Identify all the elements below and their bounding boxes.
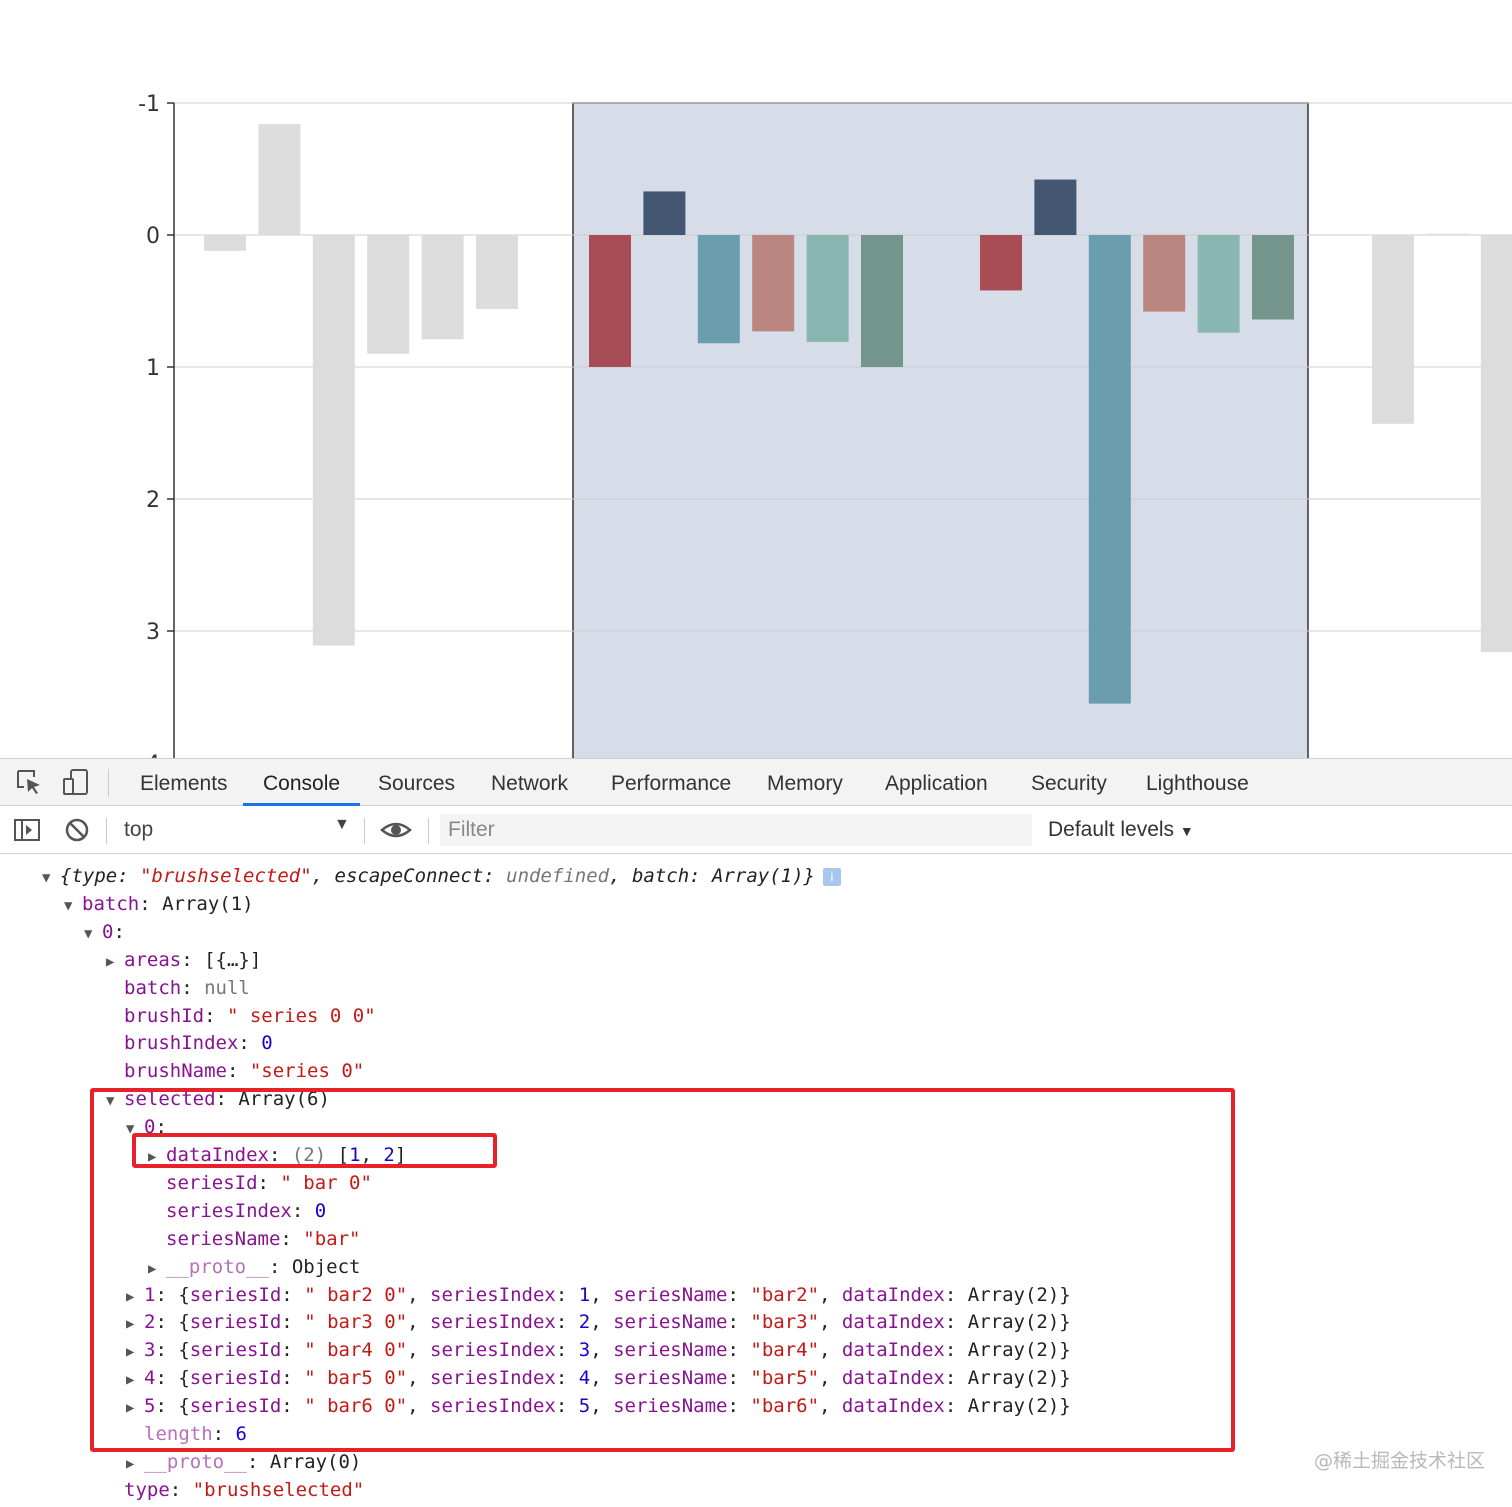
bar-0-2[interactable] — [312, 235, 355, 646]
info-icon[interactable]: i — [823, 868, 841, 886]
bar-1-1[interactable] — [643, 191, 686, 235]
y-tick-label: 2 — [146, 488, 160, 513]
bar-0-3[interactable] — [367, 235, 410, 354]
tab-memory[interactable]: Memory — [767, 759, 843, 806]
bar-2-4[interactable] — [1197, 235, 1240, 333]
caret-right-icon — [106, 1031, 124, 1059]
tab-security[interactable]: Security — [1031, 759, 1107, 806]
console-toolbar: top Default levels ▼ — [0, 806, 1512, 854]
inspect-element-icon[interactable] — [14, 767, 44, 797]
caret-right-icon — [106, 1059, 124, 1087]
eye-icon[interactable] — [380, 815, 412, 845]
bar-1-5[interactable] — [861, 235, 903, 367]
caret-right-icon — [106, 1004, 124, 1032]
sidebar-toggle-icon[interactable] — [12, 815, 42, 845]
chevron-down-icon: ▼ — [1179, 823, 1194, 839]
y-tick-label: 3 — [146, 620, 160, 645]
tab-sources[interactable]: Sources — [378, 759, 455, 806]
highlight-dataindex-box — [132, 1133, 497, 1168]
bar-1-0[interactable] — [589, 235, 631, 367]
console-line[interactable]: ▶ __proto__: Array(0) — [126, 1448, 361, 1476]
tab-elements[interactable]: Elements — [140, 759, 228, 806]
caret-down-icon[interactable]: ▼ — [84, 920, 102, 948]
device-toolbar-icon[interactable] — [60, 767, 90, 797]
console-line: type: "brushselected" — [106, 1476, 364, 1504]
console-line[interactable]: ▼ batch: Array(1) — [64, 890, 254, 918]
bar-3-0[interactable] — [1372, 235, 1414, 424]
watermark: @稀土掘金技术社区 — [1314, 1450, 1486, 1472]
tab-performance[interactable]: Performance — [611, 759, 731, 806]
console-line: brushName: "series 0" — [106, 1057, 364, 1085]
caret-right-icon — [106, 1478, 124, 1506]
bar-2-2[interactable] — [1088, 235, 1131, 704]
toolbar-divider — [364, 818, 365, 844]
caret-right-icon[interactable]: ▶ — [126, 1450, 144, 1478]
bar-2-0[interactable] — [980, 235, 1022, 291]
bar-3-1[interactable] — [1426, 233, 1469, 235]
bar-chart[interactable]: -101234 — [0, 0, 1512, 758]
log-levels-label: Default levels — [1048, 818, 1175, 841]
tab-application[interactable]: Application — [885, 759, 988, 806]
bar-0-1[interactable] — [258, 124, 301, 235]
tab-network[interactable]: Network — [491, 759, 568, 806]
caret-down-icon[interactable]: ▼ — [42, 864, 60, 892]
bar-2-3[interactable] — [1143, 235, 1186, 312]
bar-1-3[interactable] — [752, 235, 795, 332]
caret-right-icon — [106, 976, 124, 1004]
bar-1-2[interactable] — [697, 235, 740, 344]
chevron-down-icon[interactable]: ▼ — [334, 816, 350, 834]
bar-0-4[interactable] — [421, 235, 464, 340]
devtools-tabbar: Elements Console Sources Network Perform… — [0, 758, 1512, 806]
chart-area[interactable]: -101234 — [0, 0, 1512, 758]
filter-input[interactable] — [440, 814, 1032, 846]
console-line[interactable]: ▼ {type: "brushselected", escapeConnect: … — [42, 862, 841, 890]
console-line: brushId: " series 0 0" — [106, 1002, 376, 1030]
console-line: batch: null — [106, 974, 250, 1002]
bar-0-5[interactable] — [476, 235, 518, 309]
caret-down-icon[interactable]: ▼ — [64, 892, 82, 920]
caret-right-icon[interactable]: ▶ — [106, 948, 124, 976]
bar-3-2[interactable] — [1480, 235, 1512, 653]
y-tick-label: 1 — [146, 356, 160, 381]
console-line[interactable]: ▶ areas: [{…}] — [106, 946, 261, 974]
toolbar-divider — [106, 818, 107, 844]
y-tick-label: -1 — [138, 92, 160, 117]
toolbar-divider — [108, 769, 109, 797]
clear-console-icon[interactable] — [62, 815, 92, 845]
bar-0-0[interactable] — [204, 235, 246, 251]
context-select[interactable]: top — [118, 813, 354, 847]
tab-console[interactable]: Console — [243, 759, 361, 806]
y-tick-label: 0 — [146, 224, 160, 249]
bar-1-4[interactable] — [806, 235, 849, 342]
bar-2-5[interactable] — [1252, 235, 1294, 320]
console-line: brushIndex: 0 — [106, 1029, 273, 1057]
log-levels-dropdown[interactable]: Default levels ▼ — [1048, 806, 1194, 855]
bar-2-1[interactable] — [1034, 179, 1077, 235]
tab-lighthouse[interactable]: Lighthouse — [1146, 759, 1249, 806]
console-line[interactable]: ▼ 0: — [84, 918, 125, 946]
toolbar-divider — [428, 818, 429, 844]
